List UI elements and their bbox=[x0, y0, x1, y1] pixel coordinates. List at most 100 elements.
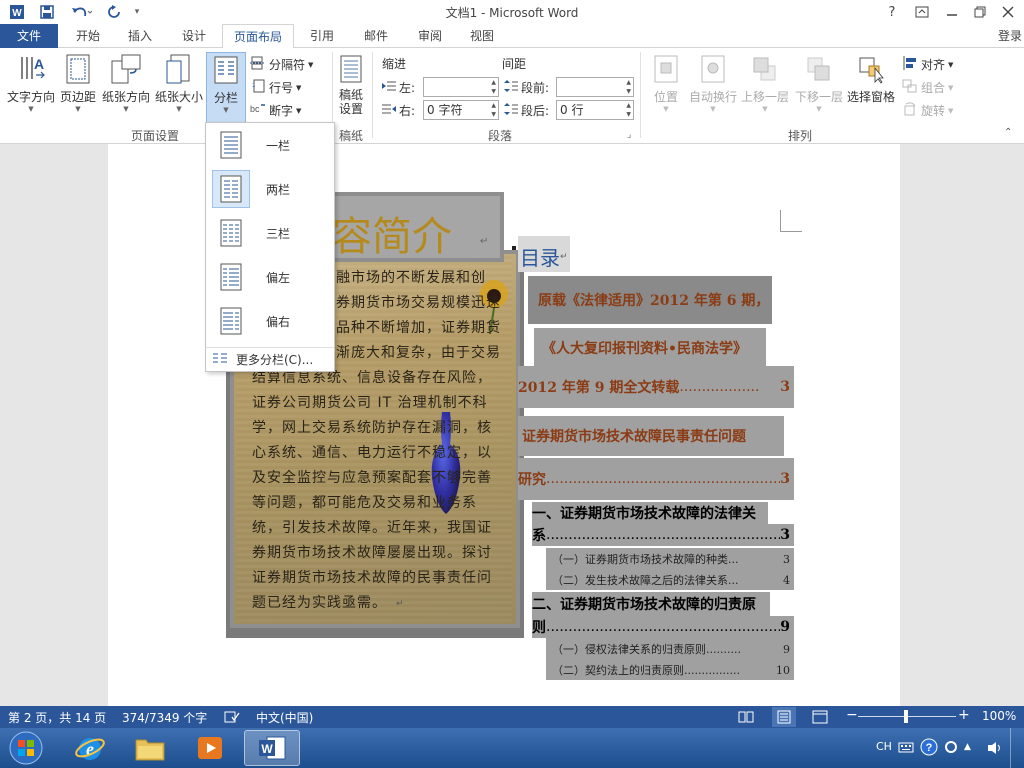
read-mode-icon[interactable] bbox=[738, 710, 754, 727]
zoom-slider-handle[interactable] bbox=[904, 710, 908, 723]
space-before-field[interactable]: ▲ ▼ bbox=[556, 77, 634, 97]
more-columns-item[interactable]: 更多分栏(C)... bbox=[212, 351, 313, 368]
toc-entry-text: （二）契约法上的归责原则 bbox=[552, 664, 684, 677]
web-layout-icon[interactable] bbox=[812, 710, 828, 727]
tray-settings-icon[interactable] bbox=[944, 740, 958, 757]
columns-two-item[interactable]: 两栏 bbox=[210, 169, 332, 209]
title-bar: W ▾ 文档1 - Microsoft Word ? bbox=[0, 0, 1024, 24]
file-explorer-icon[interactable] bbox=[122, 730, 178, 766]
toc-entry[interactable]: 2012 年第 9 期全文转载.................. 3 bbox=[518, 366, 794, 408]
chevron-down-icon: ▼ bbox=[123, 105, 129, 113]
position-button[interactable]: 位置 ▼ bbox=[648, 52, 684, 113]
bring-forward-icon bbox=[749, 52, 781, 86]
zoom-out-button[interactable]: − bbox=[846, 707, 858, 723]
tab-mailings[interactable]: 邮件 bbox=[352, 24, 400, 48]
show-desktop-button[interactable] bbox=[1010, 728, 1024, 768]
intro-paragraph-line: 等问题，都可能危及交易和业务系 bbox=[252, 495, 477, 511]
sign-in-link[interactable]: 登录 bbox=[998, 24, 1022, 48]
help-tray-icon[interactable]: ? bbox=[920, 738, 938, 759]
page-count[interactable]: 第 2 页，共 14 页 bbox=[8, 709, 106, 726]
draft-paper-settings-button[interactable]: 稿纸 设置 bbox=[336, 52, 366, 116]
selection-pane-button[interactable]: 选择窗格 bbox=[846, 52, 896, 105]
keyboard-icon[interactable] bbox=[898, 740, 914, 757]
restore-icon[interactable] bbox=[968, 2, 992, 22]
tab-review[interactable]: 审阅 bbox=[406, 24, 454, 48]
margins-button[interactable]: 页边距 ▼ bbox=[58, 52, 98, 113]
input-language-indicator[interactable]: CH bbox=[876, 740, 892, 753]
toc-entry[interactable]: （二）发生技术故障之后的法律关系... 4 bbox=[546, 570, 794, 590]
tab-design[interactable]: 设计 bbox=[170, 24, 218, 48]
show-hidden-icons-icon[interactable]: ▲ bbox=[964, 742, 971, 752]
word-taskbar-button[interactable]: W bbox=[244, 730, 300, 766]
group-divider bbox=[372, 52, 373, 138]
tab-page-layout[interactable]: 页面布局 bbox=[222, 24, 294, 49]
send-backward-button[interactable]: 下移一层 ▼ bbox=[794, 52, 844, 113]
toc-entry[interactable]: （二）契约法上的归责原则................ 10 bbox=[546, 660, 794, 680]
zoom-in-button[interactable]: + bbox=[958, 707, 970, 723]
tab-home[interactable]: 开始 bbox=[64, 24, 112, 48]
arrange-group-label: 排列 bbox=[787, 129, 812, 143]
start-button[interactable] bbox=[4, 730, 48, 766]
toc-page-number: 9 bbox=[780, 619, 790, 635]
indent-left-field[interactable]: ▲ ▼ bbox=[423, 77, 499, 97]
line-numbers-button[interactable]: 1 行号 ▼ bbox=[250, 79, 301, 96]
zoom-level[interactable]: 100% bbox=[982, 709, 1016, 723]
language-indicator[interactable]: 中文(中国) bbox=[256, 709, 313, 726]
toc-entry-text: （一）证券期货市场技术故障的种类 bbox=[552, 553, 728, 566]
rotate-button[interactable]: 旋转 ▼ bbox=[902, 102, 953, 119]
text-direction-button[interactable]: A 文字方向 ▼ bbox=[6, 52, 56, 113]
toc-entry[interactable]: 原载《法律适用》2012 年第 6 期， bbox=[528, 276, 772, 324]
ribbon-display-options-icon[interactable] bbox=[910, 2, 934, 22]
columns-left-item[interactable]: 偏左 bbox=[210, 257, 332, 297]
right-column-icon bbox=[212, 302, 250, 340]
tab-view[interactable]: 视图 bbox=[458, 24, 506, 48]
toc-entry[interactable]: 研究......................................… bbox=[518, 458, 794, 500]
print-layout-icon[interactable] bbox=[772, 707, 796, 727]
size-button[interactable]: 纸张大小 ▼ bbox=[154, 52, 204, 113]
toc-entry[interactable]: 一、证券期货市场技术故障的法律关 bbox=[532, 502, 768, 524]
toc-page-number: 4 bbox=[783, 573, 790, 587]
columns-right-item[interactable]: 偏右 bbox=[210, 301, 332, 341]
columns-three-item[interactable]: 三栏 bbox=[210, 213, 332, 253]
tab-file[interactable]: 文件 bbox=[0, 24, 58, 48]
space-after-field[interactable]: 0 行 ▲ ▼ bbox=[556, 100, 634, 120]
wrap-text-button[interactable]: 自动换行 ▼ bbox=[688, 52, 738, 113]
volume-icon[interactable] bbox=[986, 740, 1004, 759]
indent-right-field[interactable]: 0 字符 ▲ ▼ bbox=[423, 100, 499, 120]
breaks-button[interactable]: 分隔符 ▼ bbox=[250, 56, 313, 73]
close-icon[interactable] bbox=[996, 2, 1020, 22]
windows-taskbar: e W CH ? ▲ bbox=[0, 728, 1024, 768]
word-count[interactable]: 374/7349 个字 bbox=[122, 709, 207, 726]
media-player-icon[interactable] bbox=[182, 730, 238, 766]
toc-entry[interactable]: （一）证券期货市场技术故障的种类... 3 bbox=[546, 548, 794, 570]
columns-one-item[interactable]: 一栏 bbox=[210, 125, 332, 165]
toc-entry[interactable]: 《人大复印报刊资料•民商法学》 bbox=[534, 328, 766, 368]
hyphenation-button[interactable]: bc 断字 ▼ bbox=[250, 102, 301, 119]
status-bar: 第 2 页，共 14 页 374/7349 个字 中文(中国) − + 100% bbox=[0, 706, 1024, 728]
tab-references[interactable]: 引用 bbox=[298, 24, 346, 48]
toc-entry[interactable]: 则.......................................… bbox=[532, 616, 794, 638]
hyphenation-icon: bc bbox=[250, 102, 266, 119]
help-button[interactable]: ? bbox=[880, 2, 904, 22]
space-after-label: 段后: bbox=[504, 102, 549, 119]
toc-entry[interactable]: 系.......................................… bbox=[532, 524, 794, 546]
intro-paragraph-line: 券期货市场技术故障屡屡出现。探讨 bbox=[252, 545, 492, 561]
indent-right-icon bbox=[382, 103, 396, 118]
toc-leader-dots: ................ bbox=[684, 663, 740, 677]
collapse-ribbon-icon[interactable]: ⌃ bbox=[1004, 127, 1012, 138]
draft-paper-icon bbox=[335, 52, 367, 86]
align-button[interactable]: 对齐 ▼ bbox=[902, 56, 953, 73]
toc-entry[interactable]: 证券期货市场技术故障民事责任问题 bbox=[518, 416, 784, 456]
proofing-icon[interactable] bbox=[224, 710, 240, 727]
breaks-icon bbox=[250, 56, 266, 73]
group-button[interactable]: 组合 ▼ bbox=[902, 79, 953, 96]
bring-forward-button[interactable]: 上移一层 ▼ bbox=[740, 52, 790, 113]
paragraph-dialog-launcher-icon[interactable]: ⌟ bbox=[627, 130, 631, 140]
toc-entry[interactable]: （一）侵权法律关系的归责原则.......... 9 bbox=[546, 638, 794, 660]
minimize-icon[interactable] bbox=[940, 2, 964, 22]
tab-insert[interactable]: 插入 bbox=[116, 24, 164, 48]
columns-button[interactable]: 分栏 ▼ bbox=[206, 52, 246, 124]
orientation-button[interactable]: 纸张方向 ▼ bbox=[100, 52, 152, 113]
toc-entry[interactable]: 二、证券期货市场技术故障的归责原 bbox=[532, 592, 770, 616]
internet-explorer-icon[interactable]: e bbox=[62, 730, 118, 766]
